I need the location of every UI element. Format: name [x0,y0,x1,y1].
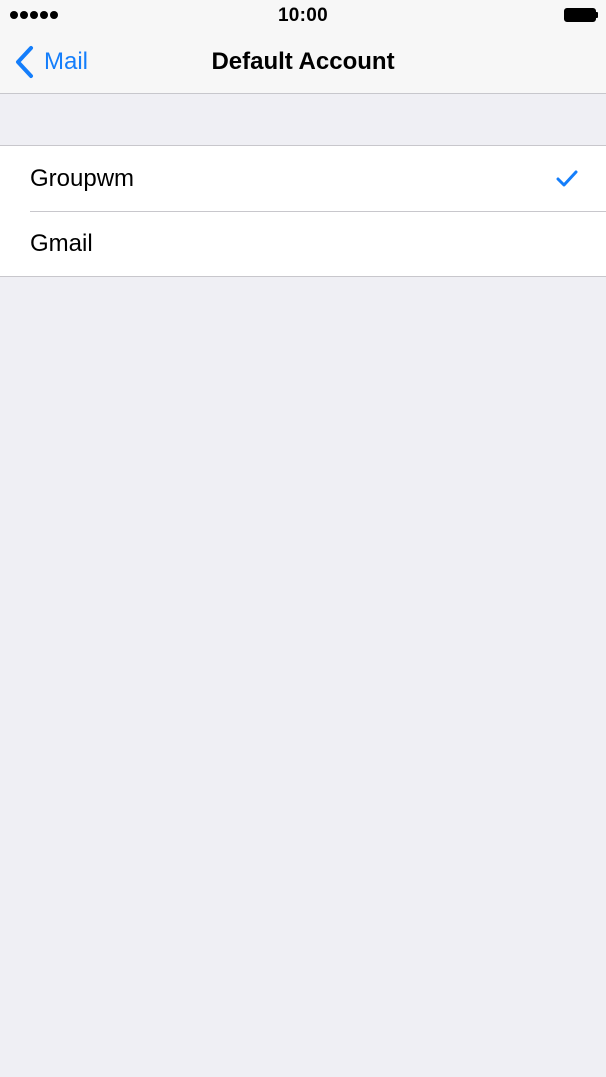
list-item-gmail[interactable]: Gmail [0,211,606,276]
status-time: 10:00 [277,5,329,26]
checkmark-icon [556,170,578,188]
navigation-bar: Mail Default Account [0,30,606,94]
list-item-groupwm[interactable]: Groupwm [0,146,606,211]
page-title: Default Account [211,48,395,75]
account-label: Groupwm [30,164,135,192]
accounts-list: Groupwm Gmail [0,145,606,277]
account-label: Gmail [30,229,93,257]
status-bar: 10:00 [0,0,606,30]
battery-icon [564,8,598,22]
